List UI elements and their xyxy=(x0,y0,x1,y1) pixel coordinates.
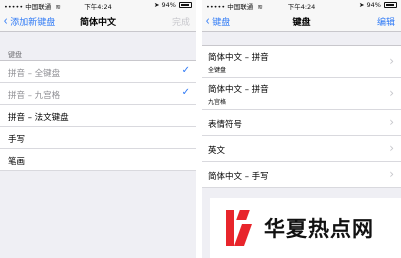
back-label: 添加新键盘 xyxy=(10,18,56,28)
status-bar: ••••• 中国联通 ≋ 下午4:24 ➤ 94% xyxy=(202,0,401,11)
site-logo xyxy=(222,208,253,248)
page-title: 键盘 xyxy=(292,18,311,28)
back-button[interactable]: ‹ 添加新键盘 xyxy=(3,13,56,29)
battery-percent: 94% xyxy=(161,1,176,9)
keyboard-subtitle: 全键盘 xyxy=(208,67,227,74)
keyboard-title: 简体中文 – 拼音 xyxy=(208,85,269,95)
keyboard-option-label: 拼音 – 九宫格 xyxy=(8,91,61,101)
status-bar: ••••• 中国联通 ≋ 下午4:24 ➤ 94% xyxy=(0,0,196,11)
edit-button[interactable]: 编辑 xyxy=(377,15,395,28)
keyboard-option-label: 拼音 – 法文键盘 xyxy=(8,113,69,123)
keyboard-title: 表情符号 xyxy=(208,120,243,130)
battery-percent: 94% xyxy=(366,1,381,9)
keyboard-option-row[interactable]: 笔画 xyxy=(0,149,196,171)
keyboard-subtitle: 九宫格 xyxy=(208,99,227,106)
keyboard-options-list: 拼音 – 全键盘 ✓ 拼音 – 九宫格 ✓ 拼音 – 法文键盘 手写笔画 xyxy=(0,60,196,171)
chevron-right-icon: › xyxy=(389,86,394,100)
keyboard-title: 英文 xyxy=(208,146,226,156)
battery-fill xyxy=(181,4,189,6)
keyboard-row[interactable]: 简体中文 – 拼音 全键盘 › xyxy=(202,46,401,78)
keyboard-title: 简体中文 – 手写 xyxy=(208,172,269,182)
keyboard-option-row[interactable]: 拼音 – 九宫格 ✓ xyxy=(0,83,196,105)
battery-fill xyxy=(386,4,394,6)
chevron-right-icon: › xyxy=(389,141,394,155)
keyboard-row[interactable]: 简体中文 – 拼音 九宫格 › xyxy=(202,78,401,110)
location-icon: ➤ xyxy=(358,1,365,9)
checkmark-icon: ✓ xyxy=(181,65,190,76)
keyboard-row[interactable]: 英文 › xyxy=(202,136,401,162)
chevron-left-icon: ‹ xyxy=(205,13,210,29)
keyboard-option-row[interactable]: 拼音 – 法文键盘 xyxy=(0,105,196,127)
watermark: 华夏热点网 xyxy=(210,198,401,258)
back-button[interactable]: ‹ 键盘 xyxy=(205,13,231,29)
checkmark-icon: ✓ xyxy=(181,87,190,98)
keyboard-option-label: 笔画 xyxy=(8,157,26,167)
chevron-left-icon: ‹ xyxy=(3,13,8,29)
keyboard-option-row[interactable]: 手写 xyxy=(0,127,196,149)
chevron-right-icon: › xyxy=(389,167,394,181)
keyboard-option-label: 手写 xyxy=(8,135,26,145)
keyboard-option-label: 拼音 – 全键盘 xyxy=(8,69,61,79)
navigation-bar: ‹ 键盘 键盘 编辑 xyxy=(202,11,401,32)
keyboard-title: 简体中文 – 拼音 xyxy=(208,53,269,63)
left-screen: ••••• 中国联通 ≋ 下午4:24 ➤ 94% ‹ 添加新键盘 简体中文 完… xyxy=(0,0,196,258)
navigation-bar: ‹ 添加新键盘 简体中文 完成 xyxy=(0,11,196,32)
battery-icon xyxy=(384,2,397,8)
back-label: 键盘 xyxy=(212,18,231,28)
chevron-right-icon: › xyxy=(389,115,394,129)
chevron-right-icon: › xyxy=(389,54,394,68)
section-header: 键盘 xyxy=(8,51,22,59)
done-button[interactable]: 完成 xyxy=(172,15,190,28)
keyboard-option-row[interactable]: 拼音 – 全键盘 ✓ xyxy=(0,61,196,83)
location-icon: ➤ xyxy=(153,1,160,9)
watermark-text: 华夏热点网 xyxy=(264,217,374,241)
keyboard-row[interactable]: 表情符号 › xyxy=(202,110,401,136)
keyboard-row[interactable]: 简体中文 – 手写 › xyxy=(202,162,401,188)
keyboards-list: 简体中文 – 拼音 全键盘 › 简体中文 – 拼音 九宫格 › 表情符号 › 英文 › 简体中文 –… xyxy=(202,45,401,188)
battery-icon xyxy=(179,2,192,8)
